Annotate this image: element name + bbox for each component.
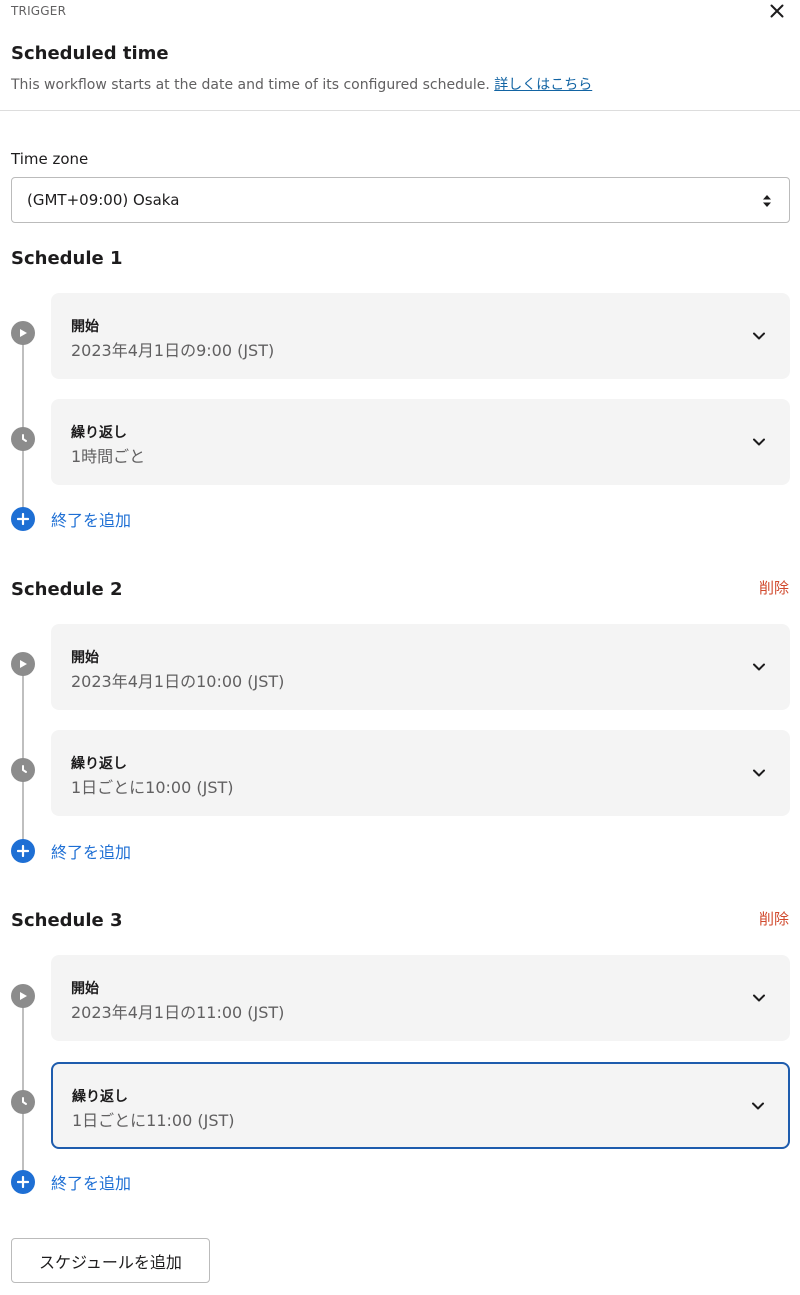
start-dot (11, 321, 35, 345)
schedule-title: Schedule 2 (11, 579, 123, 600)
chevron-down-icon (753, 663, 765, 671)
schedule-1: Schedule 1 開始 2023年4月1日の9:00 (JST) 繰り返し … (0, 248, 800, 548)
schedule-3: Schedule 3 削除 開始 2023年4月1日の11:00 (JST) 繰… (0, 910, 800, 1210)
clock-icon (22, 765, 27, 773)
delete-schedule-button[interactable]: 削除 (759, 577, 789, 598)
start-label: 開始 (71, 981, 99, 997)
repeat-value: 1日ごとに11:00 (JST) (72, 1111, 235, 1130)
start-dot (11, 652, 35, 676)
add-schedule-button[interactable]: スケジュールを追加 (11, 1238, 210, 1283)
start-card[interactable]: 開始 2023年4月1日の9:00 (JST) (51, 293, 790, 379)
start-label: 開始 (71, 650, 99, 666)
chevron-down-icon (753, 438, 765, 446)
schedule-2: Schedule 2 削除 開始 2023年4月1日の10:00 (JST) 繰… (0, 579, 800, 879)
delete-schedule-button[interactable]: 削除 (759, 908, 789, 929)
add-end-button[interactable]: 終了を追加 (11, 507, 131, 531)
plus-icon (11, 839, 35, 863)
start-dot (11, 984, 35, 1008)
repeat-label: 繰り返し (71, 756, 127, 772)
close-icon (770, 4, 784, 18)
timeline-line (22, 334, 24, 518)
play-icon (20, 329, 27, 337)
start-card[interactable]: 開始 2023年4月1日の10:00 (JST) (51, 624, 790, 710)
timezone-select[interactable]: (GMT+09:00) Osaka (11, 177, 790, 223)
start-label: 開始 (71, 319, 99, 335)
add-end-label: 終了を追加 (51, 1174, 132, 1193)
page-title: Scheduled time (11, 43, 169, 64)
add-end-button[interactable]: 終了を追加 (11, 839, 131, 863)
plus-icon (11, 1170, 35, 1194)
start-value: 2023年4月1日の10:00 (JST) (71, 672, 285, 691)
repeat-card[interactable]: 繰り返し 1時間ごと (51, 399, 790, 485)
play-icon (20, 992, 27, 1000)
page-description: This workflow starts at the date and tim… (11, 74, 592, 94)
timeline-line (22, 665, 24, 849)
chevron-down-icon (753, 769, 765, 777)
updown-arrows-icon (763, 195, 771, 207)
add-end-label: 終了を追加 (51, 843, 132, 862)
chevron-down-icon (753, 994, 765, 1002)
schedule-title: Schedule 3 (11, 910, 123, 931)
play-icon (20, 660, 27, 668)
clock-icon (22, 1097, 27, 1105)
repeat-label: 繰り返し (72, 1089, 128, 1105)
repeat-value: 1時間ごと (71, 447, 146, 466)
chevron-down-icon (753, 332, 765, 340)
clock-icon (22, 434, 27, 442)
header-divider (0, 110, 800, 111)
description-text: This workflow starts at the date and tim… (11, 77, 490, 93)
repeat-card[interactable]: 繰り返し 1日ごとに10:00 (JST) (51, 730, 790, 816)
trigger-label: TRIGGER (11, 4, 67, 18)
repeat-label: 繰り返し (71, 425, 127, 441)
timezone-value: (GMT+09:00) Osaka (27, 191, 180, 209)
start-card[interactable]: 開始 2023年4月1日の11:00 (JST) (51, 955, 790, 1041)
repeat-dot (11, 1090, 35, 1114)
close-button[interactable] (764, 0, 790, 22)
repeat-dot (11, 427, 35, 451)
repeat-value: 1日ごとに10:00 (JST) (71, 778, 234, 797)
add-end-button[interactable]: 終了を追加 (11, 1170, 131, 1194)
learn-more-link[interactable]: 詳しくはこちら (494, 77, 592, 93)
add-end-label: 終了を追加 (51, 511, 132, 530)
repeat-dot (11, 758, 35, 782)
timeline-line (22, 996, 24, 1180)
chevron-down-icon (752, 1102, 764, 1110)
start-value: 2023年4月1日の9:00 (JST) (71, 341, 275, 360)
schedule-title: Schedule 1 (11, 248, 123, 269)
timezone-label: Time zone (11, 150, 89, 168)
repeat-card[interactable]: 繰り返し 1日ごとに11:00 (JST) (51, 1062, 790, 1149)
start-value: 2023年4月1日の11:00 (JST) (71, 1003, 285, 1022)
plus-icon (11, 507, 35, 531)
